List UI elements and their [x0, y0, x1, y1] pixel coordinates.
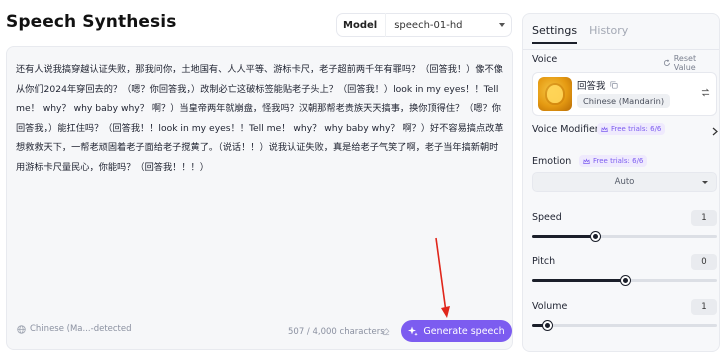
- voice-language-badge: Chinese (Mandarin): [577, 94, 671, 108]
- crown-icon: [583, 157, 590, 164]
- emotion-trial-badge: Free trials: 6/6: [579, 155, 648, 167]
- emotion-label: Emotion: [532, 156, 572, 167]
- speed-value-input[interactable]: 1: [691, 210, 717, 226]
- speed-slider-handle[interactable]: [591, 232, 600, 241]
- chevron-down-icon: [499, 23, 505, 27]
- voice-label: Voice: [532, 54, 558, 65]
- pitch-slider[interactable]: [532, 276, 717, 285]
- tab-settings[interactable]: Settings: [532, 24, 578, 44]
- copy-icon[interactable]: [609, 81, 618, 89]
- voice-modifier-label: Voice Modifier: [532, 124, 599, 135]
- reset-value-label: Reset Value: [673, 54, 697, 72]
- voice-modifier-trial-badge: Free trials: 6/6: [597, 123, 666, 135]
- reset-icon: [663, 59, 670, 66]
- chevron-down-icon: [702, 181, 708, 184]
- generate-speech-label: Generate speech: [423, 325, 505, 337]
- voice-avatar: [538, 77, 572, 111]
- character-count: 507 / 4,000 characters: [288, 327, 385, 337]
- pitch-slider-handle[interactable]: [621, 276, 630, 285]
- chevron-right-icon[interactable]: [712, 127, 718, 136]
- voice-name: 回答我: [577, 81, 606, 92]
- generate-speech-button[interactable]: Generate speech: [401, 320, 512, 342]
- tabs-divider: [523, 49, 719, 50]
- reset-value-button[interactable]: Reset Value: [663, 54, 719, 72]
- volume-label: Volume: [532, 301, 568, 312]
- pitch-label: Pitch: [532, 256, 556, 267]
- page-title: Speech Synthesis: [6, 12, 177, 32]
- speed-slider-fill: [532, 235, 595, 238]
- language-detect-chip[interactable]: Chinese (Ma...-detected: [17, 324, 132, 334]
- volume-value-input[interactable]: 1: [691, 299, 717, 315]
- text-editor[interactable]: 还有人说我搞穿越认证失败，那我问你，土地国有、人人平等、游标卡尺，老子超前两千年…: [6, 46, 513, 350]
- volume-slider[interactable]: [532, 321, 717, 330]
- panel-tabs: Settings History: [532, 24, 640, 44]
- pitch-value-input[interactable]: 0: [691, 254, 717, 270]
- pitch-slider-fill: [532, 279, 625, 282]
- speed-slider[interactable]: [532, 232, 717, 241]
- swap-icon[interactable]: [701, 88, 710, 97]
- sparkle-icon: [408, 326, 419, 336]
- model-selector: Model speech-01-hd: [336, 13, 512, 37]
- globe-icon: [17, 324, 26, 334]
- tab-history[interactable]: History: [589, 24, 628, 44]
- emotion-dropdown[interactable]: Auto: [532, 172, 717, 192]
- voice-card[interactable]: 回答我 Chinese (Mandarin): [532, 72, 717, 116]
- settings-panel: Settings History Voice Reset Value 回答我 C…: [522, 13, 720, 352]
- emotion-value: Auto: [614, 177, 635, 187]
- model-dropdown[interactable]: speech-01-hd: [385, 13, 511, 37]
- editor-text[interactable]: 还有人说我搞穿越认证失败，那我问你，土地国有、人人平等、游标卡尺，老子超前两千年…: [16, 60, 504, 178]
- speed-label: Speed: [532, 212, 562, 223]
- crown-icon: [601, 125, 608, 132]
- model-value: speech-01-hd: [394, 19, 463, 31]
- eraser-icon[interactable]: [381, 327, 390, 336]
- model-label: Model: [343, 19, 378, 31]
- language-detect-label: Chinese (Ma...-detected: [30, 324, 132, 334]
- volume-slider-handle[interactable]: [543, 321, 552, 330]
